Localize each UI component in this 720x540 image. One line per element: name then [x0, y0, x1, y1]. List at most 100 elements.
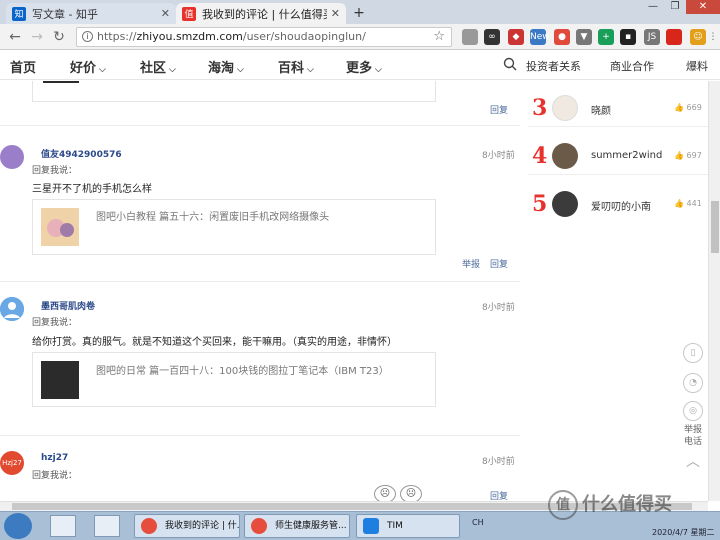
avatar[interactable] [552, 95, 578, 121]
nav-haitao[interactable]: 海淘 ⌵ [208, 57, 244, 76]
rank-item[interactable]: 4 summer2wind 👍 697 [528, 139, 708, 175]
article-thumbnail[interactable] [41, 208, 79, 246]
location-icon[interactable]: ● [554, 29, 570, 45]
nav-submit[interactable]: 爆料 [686, 58, 708, 74]
comment-item: Hzj27 hzj27 8小时前 回复我说： ☹ ☹ [0, 449, 520, 501]
rank-number: 3 [532, 95, 548, 121]
rank-name[interactable]: 晓颜 [591, 102, 611, 117]
chrome-icon [141, 518, 157, 534]
reference-box[interactable]: 图吧小白教程 篇五十六：闲置废旧手机改网络摄像头 [32, 199, 436, 255]
article-thumbnail[interactable] [41, 361, 79, 399]
close-tab-icon[interactable]: ✕ [161, 7, 170, 20]
share-icon[interactable] [462, 29, 478, 45]
nav-business[interactable]: 商业合作 [610, 58, 654, 74]
maximize-icon[interactable]: ❐ [664, 0, 686, 14]
reply-label: 回复我说： [32, 471, 78, 481]
reference-box[interactable] [32, 81, 436, 102]
emoji-icon[interactable]: ☺ [690, 29, 706, 45]
avatar[interactable] [0, 297, 24, 321]
divider [0, 281, 520, 282]
address-bar: ← → ↻ i https://zhiyou.smzdm.com/user/sh… [0, 24, 720, 50]
site-info-icon[interactable]: i [82, 31, 93, 42]
vertical-scrollbar[interactable] [708, 81, 720, 501]
flag-icon[interactable] [666, 29, 682, 45]
nav-home[interactable]: 首页 [10, 57, 36, 76]
new-badge-icon[interactable]: New [530, 29, 550, 45]
cube-icon[interactable]: ◆ [508, 29, 524, 45]
rank-item[interactable]: 3 晓颜 👍 669 [528, 91, 708, 127]
like-count-value: 697 [686, 151, 702, 160]
divider [0, 125, 520, 126]
bookmark-star-icon[interactable]: ☆ [433, 28, 445, 46]
reload-icon[interactable]: ↻ [50, 28, 68, 46]
report-label[interactable]: 举报 [680, 425, 706, 436]
tab-zhihu[interactable]: 知 写文章 - 知乎 ✕ [6, 3, 176, 24]
reply-label: 回复我说： [32, 318, 78, 328]
plus-ext-icon[interactable]: + [598, 29, 614, 45]
nav-community[interactable]: 社区 ⌵ [140, 57, 176, 76]
taskbar-task[interactable]: TIM [356, 514, 460, 538]
scroll-thumb[interactable] [711, 201, 719, 253]
report-icon[interactable]: ◎ [683, 401, 703, 421]
phone-icon[interactable]: ▯ [683, 343, 703, 363]
minimize-icon[interactable]: — [642, 0, 664, 14]
chevron-down-icon: ⌵ [169, 65, 176, 75]
start-button[interactable] [4, 513, 32, 539]
report-button[interactable]: 举报 [462, 257, 480, 270]
smzdm-favicon-icon: 值 [182, 6, 196, 21]
nav-label: 海淘 [208, 61, 235, 76]
rank-name[interactable]: summer2wind [591, 150, 662, 161]
phone-label[interactable]: 电话 [680, 437, 706, 448]
rank-name[interactable]: 爱叨叨的小南 [591, 198, 651, 213]
emoji-icon: ☹ [374, 485, 396, 501]
site-watermark: 值什么值得买 [548, 490, 672, 520]
taskbar-task[interactable]: 我收到的评论 | 什... [134, 514, 240, 538]
reference-title[interactable]: 图吧的日常 篇一百四十八：100块钱的图拉丁笔记本（IBM T23） [96, 362, 389, 377]
js-icon[interactable]: JS [644, 29, 660, 45]
username[interactable]: 墨西哥肌肉卷 [41, 299, 95, 312]
reference-box[interactable]: 图吧的日常 篇一百四十八：100块钱的图拉丁笔记本（IBM T23） [32, 352, 436, 407]
like-count: 👍 669 [674, 103, 702, 112]
rank-number: 5 [532, 191, 548, 217]
explorer-icon[interactable] [94, 515, 120, 537]
nav-deals[interactable]: 好价 ⌵ [70, 57, 106, 76]
desktop-icon[interactable] [50, 515, 76, 537]
task-title: 师生健康服务管... [275, 521, 347, 531]
avatar[interactable] [0, 145, 24, 169]
nav-wiki[interactable]: 百科 ⌵ [278, 57, 314, 76]
chevron-down-icon: ⌵ [99, 65, 106, 75]
avatar[interactable]: Hzj27 [0, 451, 24, 475]
back-to-top-icon[interactable]: ︿ [680, 455, 706, 469]
back-icon[interactable]: ← [6, 28, 24, 46]
nav-investor[interactable]: 投资者关系 [526, 58, 581, 74]
watermark-logo-icon: 值 [548, 490, 578, 520]
username[interactable]: hzj27 [41, 453, 68, 463]
article-thumbnail[interactable] [43, 81, 79, 83]
tab-smzdm[interactable]: 值 我收到的评论 | 什么值得买 ✕ [176, 3, 346, 24]
reply-button[interactable]: 回复 [490, 257, 508, 270]
avatar[interactable] [552, 143, 578, 169]
search-icon[interactable] [503, 57, 517, 71]
close-window-icon[interactable]: ✕ [686, 0, 720, 14]
nav-more[interactable]: 更多 ⌵ [346, 57, 382, 76]
system-tray[interactable]: CH [472, 518, 484, 527]
taskbar-task[interactable]: 师生健康服务管... [244, 514, 350, 538]
rank-item[interactable]: 5 爱叨叨的小南 👍 441 [528, 187, 708, 223]
floating-toolbar: ▯ ◔ ◎ 举报 电话 ︿ [680, 343, 706, 483]
wechat-icon[interactable]: ◔ [683, 373, 703, 393]
glasses-icon[interactable]: ∞ [484, 29, 500, 45]
reference-title[interactable]: 图吧小白教程 篇五十六：闲置废旧手机改网络摄像头 [96, 208, 329, 223]
menu-icon[interactable]: ⋮ [708, 29, 718, 45]
reply-button[interactable]: 回复 [490, 103, 508, 116]
forward-icon[interactable]: → [28, 28, 46, 46]
new-tab-button[interactable]: + [350, 4, 368, 22]
nav-label: 社区 [140, 61, 167, 76]
url-field[interactable]: i https://zhiyou.smzdm.com/user/shoudaop… [76, 27, 452, 47]
close-tab-icon[interactable]: ✕ [331, 7, 340, 20]
puzzle-icon[interactable]: ▪ [620, 29, 636, 45]
download-icon[interactable]: ▼ [576, 29, 592, 45]
username[interactable]: 值友4942900576 [41, 147, 122, 160]
emoji-icon: ☹ [400, 485, 422, 501]
tab-title: 写文章 - 知乎 [32, 7, 98, 21]
avatar[interactable] [552, 191, 578, 217]
